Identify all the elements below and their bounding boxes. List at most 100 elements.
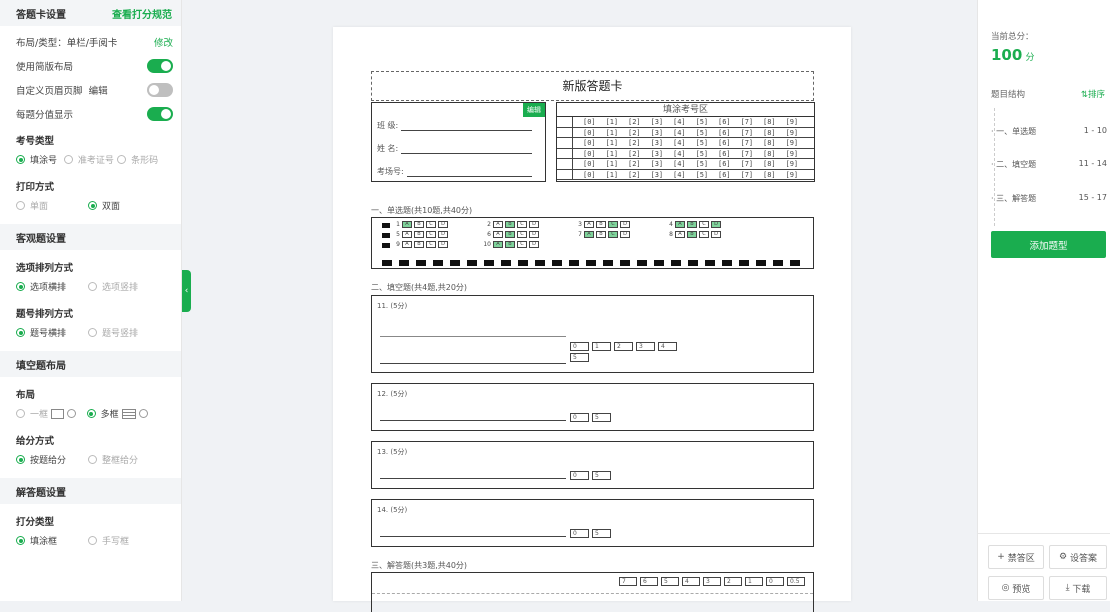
custom-header-toggle[interactable]: [147, 83, 173, 97]
score-box[interactable]: 0: [570, 529, 589, 538]
radio-option-horizontal[interactable]: 选项横排: [16, 280, 88, 293]
digit-bubble[interactable]: [5]: [696, 170, 709, 180]
digit-bubble[interactable]: [0]: [583, 170, 596, 180]
digit-bubble[interactable]: [7]: [741, 170, 754, 180]
option-bubble[interactable]: C: [426, 221, 436, 228]
digit-bubble[interactable]: [2]: [628, 138, 641, 148]
option-bubble[interactable]: A: [402, 241, 412, 248]
digit-bubble[interactable]: [7]: [741, 117, 754, 127]
digit-bubble[interactable]: [1]: [606, 138, 619, 148]
digit-bubble[interactable]: [1]: [606, 149, 619, 159]
option-bubble[interactable]: A: [675, 231, 685, 238]
score-box[interactable]: 4: [682, 577, 700, 586]
score-display-toggle[interactable]: [147, 107, 173, 121]
blank-question-13[interactable]: 13. (5分) 05: [371, 441, 814, 489]
score-box[interactable]: 2: [724, 577, 742, 586]
score-box[interactable]: 6: [640, 577, 658, 586]
structure-item[interactable]: · 一、单选题 1 - 10: [991, 126, 1107, 137]
digit-bubble[interactable]: [9]: [786, 170, 799, 180]
radio-fill-box[interactable]: 填涂框: [16, 534, 88, 547]
score-box[interactable]: 5: [661, 577, 679, 586]
digit-bubble[interactable]: [8]: [763, 170, 776, 180]
digit-bubble[interactable]: [6]: [718, 117, 731, 127]
option-bubble[interactable]: D: [711, 221, 721, 228]
option-bubble[interactable]: D: [620, 221, 630, 228]
score-box[interactable]: 0: [766, 577, 784, 586]
digit-bubble[interactable]: [5]: [696, 128, 709, 138]
option-bubble[interactable]: C: [517, 231, 527, 238]
digit-bubble[interactable]: [8]: [763, 138, 776, 148]
edit-header-link[interactable]: 编辑: [89, 86, 108, 97]
answer-question-area[interactable]: 7 6 5 4 3 2 1 0 0.5: [371, 572, 814, 612]
digit-bubble[interactable]: [9]: [786, 128, 799, 138]
info-icon[interactable]: [138, 409, 148, 418]
score-box[interactable]: 3: [636, 342, 655, 351]
digit-bubble[interactable]: [0]: [583, 149, 596, 159]
sheet-title-box[interactable]: 新版答题卡: [371, 71, 814, 101]
radio-fill-number[interactable]: 填涂号: [16, 153, 64, 166]
radio-score-by-question[interactable]: 按题给分: [16, 453, 88, 466]
digit-bubble[interactable]: [9]: [786, 117, 799, 127]
digit-bubble[interactable]: [2]: [628, 159, 641, 169]
digit-bubble[interactable]: [3]: [651, 128, 664, 138]
option-bubble[interactable]: A: [584, 221, 594, 228]
option-bubble[interactable]: D: [711, 231, 721, 238]
option-bubble[interactable]: D: [620, 231, 630, 238]
score-box[interactable]: 7: [619, 577, 637, 586]
digit-bubble[interactable]: [1]: [606, 159, 619, 169]
radio-handwrite-box[interactable]: 手写框: [88, 534, 160, 547]
no-answer-zone-button[interactable]: + 禁答区: [988, 545, 1044, 569]
digit-bubble[interactable]: [2]: [628, 170, 641, 180]
digit-bubble[interactable]: [2]: [628, 128, 641, 138]
digit-bubble[interactable]: [4]: [673, 149, 686, 159]
sort-button[interactable]: ⇅排序: [1081, 88, 1105, 100]
option-bubble[interactable]: D: [438, 221, 448, 228]
option-bubble[interactable]: C: [426, 231, 436, 238]
structure-item[interactable]: · 三、解答题 15 - 17: [991, 193, 1107, 204]
digit-bubble[interactable]: [6]: [718, 170, 731, 180]
option-bubble[interactable]: D: [529, 221, 539, 228]
view-scoring-rules-link[interactable]: 查看打分规范: [112, 6, 172, 21]
answer-score-boxes[interactable]: 7 6 5 4 3 2 1 0 0.5: [619, 577, 809, 587]
radio-score-by-box[interactable]: 整框给分: [88, 453, 160, 466]
digit-bubble[interactable]: [9]: [786, 149, 799, 159]
digit-bubble[interactable]: [6]: [718, 159, 731, 169]
option-bubble[interactable]: A: [402, 221, 412, 228]
option-bubble[interactable]: A: [493, 231, 503, 238]
simple-layout-toggle[interactable]: [147, 59, 173, 73]
option-bubble[interactable]: B: [505, 221, 515, 228]
score-box[interactable]: 2: [614, 342, 633, 351]
score-box[interactable]: 1: [745, 577, 763, 586]
digit-bubble[interactable]: [1]: [606, 170, 619, 180]
score-box[interactable]: 0: [570, 413, 589, 422]
digit-bubble[interactable]: [4]: [673, 170, 686, 180]
digit-bubble[interactable]: [4]: [673, 138, 686, 148]
digit-bubble[interactable]: [0]: [583, 159, 596, 169]
digit-bubble[interactable]: [7]: [741, 159, 754, 169]
score-box[interactable]: 4: [658, 342, 677, 351]
option-bubble[interactable]: D: [529, 241, 539, 248]
fill-id-grid[interactable]: [0] [1] [2] [3] [4] [5] [6] [7] [8] [9] [0] [1] [2][…: [557, 117, 814, 181]
digit-bubble[interactable]: [9]: [786, 159, 799, 169]
add-question-type-button[interactable]: 添加题型: [991, 231, 1106, 258]
option-bubble[interactable]: A: [493, 221, 503, 228]
radio-admission-number[interactable]: 准考证号: [63, 153, 117, 166]
digit-bubble[interactable]: [0]: [583, 128, 596, 138]
blank-question-14[interactable]: 14. (5分) 05: [371, 499, 814, 547]
digit-bubble[interactable]: [8]: [763, 128, 776, 138]
option-bubble[interactable]: C: [517, 221, 527, 228]
radio-single-side[interactable]: 单面: [16, 199, 88, 212]
option-bubble[interactable]: C: [608, 231, 618, 238]
score-box[interactable]: 0.5: [787, 577, 805, 586]
score-box[interactable]: 5: [592, 529, 611, 538]
download-button[interactable]: ⤓ 下载: [1049, 576, 1107, 600]
info-icon[interactable]: [67, 409, 77, 418]
option-bubble[interactable]: B: [596, 231, 606, 238]
digit-bubble[interactable]: [4]: [673, 159, 686, 169]
digit-bubble[interactable]: [7]: [741, 149, 754, 159]
mc-grid[interactable]: 1ABCD2ABCD3ABCD4ABCD5ABCD6ABCD7ABCD8ABCD…: [372, 218, 813, 268]
digit-bubble[interactable]: [2]: [628, 117, 641, 127]
option-bubble[interactable]: B: [505, 241, 515, 248]
digit-bubble[interactable]: [5]: [696, 138, 709, 148]
digit-bubble[interactable]: [6]: [718, 138, 731, 148]
